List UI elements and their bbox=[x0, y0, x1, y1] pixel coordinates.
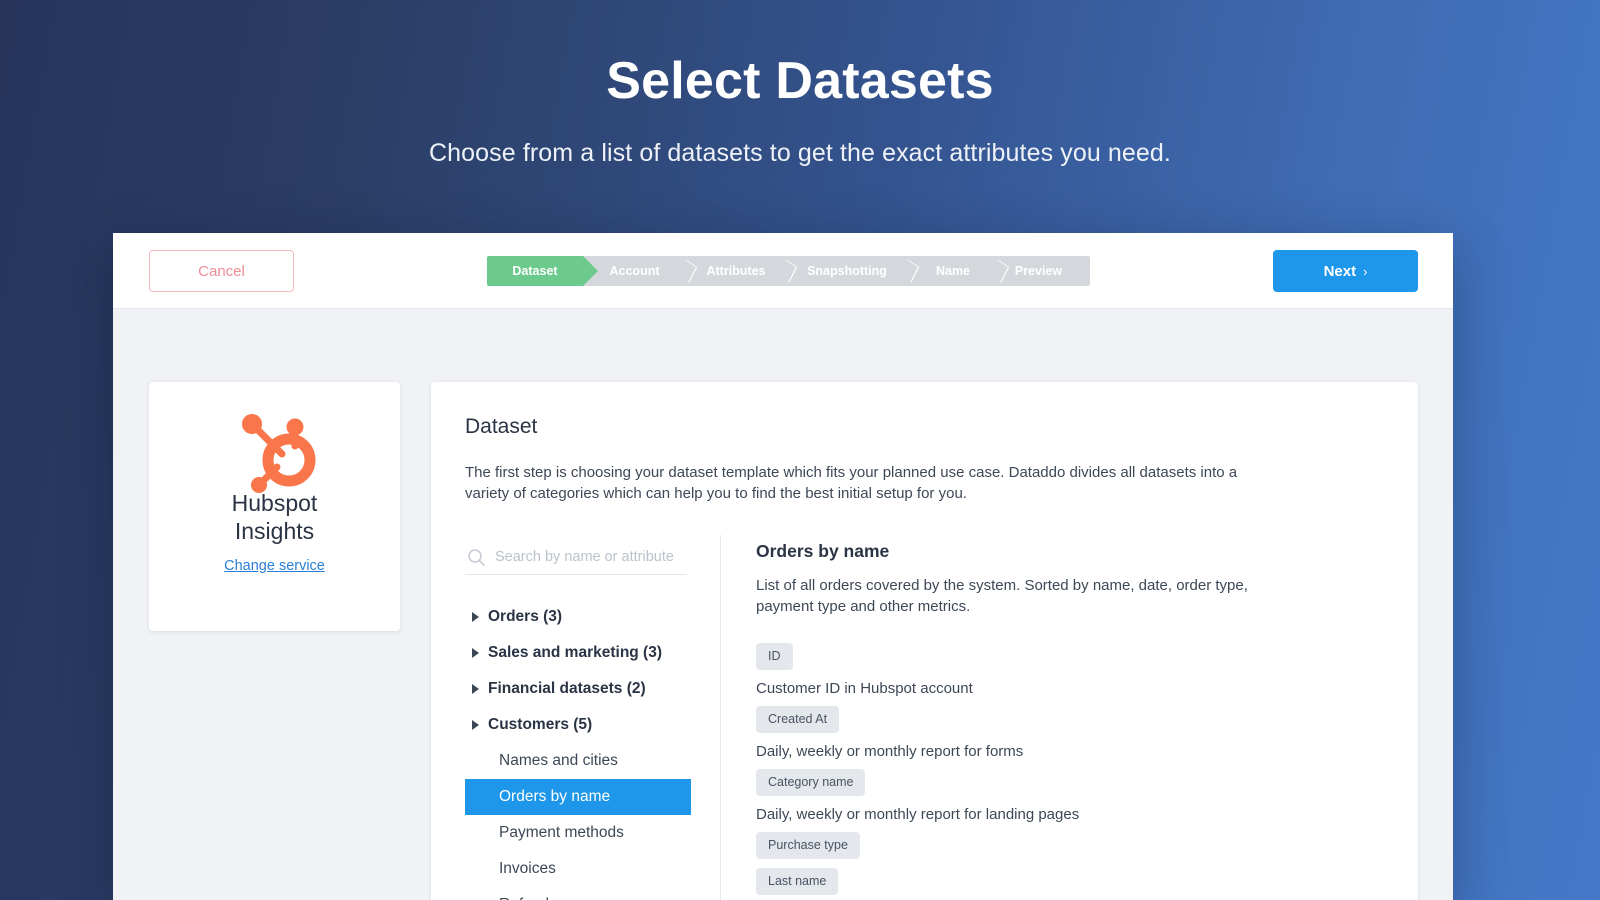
section-title: Dataset bbox=[465, 415, 1384, 439]
caret-right-icon bbox=[472, 720, 479, 730]
search-icon bbox=[467, 548, 486, 567]
search-row bbox=[465, 541, 687, 575]
caret-right-icon bbox=[472, 684, 479, 694]
section-description: The first step is choosing your dataset … bbox=[465, 462, 1285, 505]
tree-item-names-and-cities[interactable]: Names and cities bbox=[465, 743, 720, 779]
wizard-toolbar: Cancel Dataset Account Attributes Snapsh… bbox=[113, 233, 1453, 309]
hubspot-sprocket-icon bbox=[225, 382, 325, 482]
tree-item-orders-by-name[interactable]: Orders by name bbox=[465, 779, 691, 815]
wizard-stepper: Dataset Account Attributes Snapshotting … bbox=[487, 256, 1090, 286]
tree-group-orders[interactable]: Orders (3) bbox=[465, 599, 720, 635]
step-name[interactable]: Name bbox=[908, 256, 998, 286]
dataset-tree: Orders (3) Sales and marketing (3) Finan… bbox=[465, 599, 720, 900]
page-subtitle: Choose from a list of datasets to get th… bbox=[0, 139, 1600, 168]
step-label: Snapshotting bbox=[807, 264, 887, 278]
dataset-content-card: Dataset The first step is choosing your … bbox=[431, 382, 1418, 900]
attribute-description: Daily, weekly or monthly report for land… bbox=[756, 806, 1384, 823]
tree-group-financial-datasets[interactable]: Financial datasets (2) bbox=[465, 671, 720, 707]
change-service-link[interactable]: Change service bbox=[224, 558, 325, 574]
tree-group-sales-and-marketing[interactable]: Sales and marketing (3) bbox=[465, 635, 720, 671]
step-preview[interactable]: Preview bbox=[998, 256, 1090, 286]
step-attributes[interactable]: Attributes bbox=[686, 256, 786, 286]
chevron-right-icon: › bbox=[1363, 264, 1367, 279]
tree-item-refunds[interactable]: Refunds bbox=[465, 887, 720, 900]
dataset-split-view: Orders (3) Sales and marketing (3) Finan… bbox=[465, 541, 1384, 900]
dataset-detail-description: List of all orders covered by the system… bbox=[756, 575, 1296, 618]
step-label: Name bbox=[936, 264, 970, 278]
service-name-line2: Insights bbox=[149, 518, 400, 546]
caret-right-icon bbox=[472, 612, 479, 622]
step-label: Account bbox=[610, 264, 660, 278]
dataset-detail-title: Orders by name bbox=[756, 541, 1384, 562]
tree-group-customers[interactable]: Customers (5) bbox=[465, 707, 720, 743]
tree-group-label: Sales and marketing (3) bbox=[488, 644, 662, 662]
step-label: Dataset bbox=[512, 264, 557, 278]
step-snapshotting[interactable]: Snapshotting bbox=[786, 256, 908, 286]
page-title: Select Datasets bbox=[0, 54, 1600, 109]
next-button[interactable]: Next › bbox=[1273, 250, 1418, 292]
service-name-line1: Hubspot bbox=[149, 490, 400, 518]
caret-right-icon bbox=[472, 648, 479, 658]
service-card: Hubspot Insights Change service bbox=[149, 382, 400, 631]
step-dataset[interactable]: Dataset bbox=[487, 256, 583, 286]
attribute-list: ID Customer ID in Hubspot account Create… bbox=[756, 643, 1384, 900]
tree-item-invoices[interactable]: Invoices bbox=[465, 851, 720, 887]
hero-section: Select Datasets Choose from a list of da… bbox=[0, 0, 1600, 168]
attribute-badge: Created At bbox=[756, 706, 839, 733]
attribute-badge: Last name bbox=[756, 868, 838, 895]
dataset-detail-column: Orders by name List of all orders covere… bbox=[720, 541, 1384, 900]
next-button-label: Next bbox=[1324, 263, 1357, 280]
tree-group-label: Customers (5) bbox=[488, 716, 592, 734]
tree-group-label: Financial datasets (2) bbox=[488, 680, 646, 698]
attribute-badge: Purchase type bbox=[756, 832, 860, 859]
attribute-item: ID Customer ID in Hubspot account bbox=[756, 643, 1384, 697]
attribute-item: Purchase type bbox=[756, 832, 1384, 859]
step-label: Attributes bbox=[706, 264, 765, 278]
attribute-description: Daily, weekly or monthly report for form… bbox=[756, 743, 1384, 760]
attribute-item: Created At Daily, weekly or monthly repo… bbox=[756, 706, 1384, 760]
wizard-window: Cancel Dataset Account Attributes Snapsh… bbox=[113, 233, 1453, 900]
page-root: Select Datasets Choose from a list of da… bbox=[0, 0, 1600, 900]
attribute-description: Customer ID in Hubspot account bbox=[756, 680, 1384, 697]
service-name: Hubspot Insights bbox=[149, 490, 400, 545]
tree-group-label: Orders (3) bbox=[488, 608, 562, 626]
tree-item-payment-methods[interactable]: Payment methods bbox=[465, 815, 720, 851]
cancel-button[interactable]: Cancel bbox=[149, 250, 294, 292]
attribute-item: Last name Name of customer bbox=[756, 868, 1384, 900]
search-input[interactable] bbox=[495, 549, 681, 565]
step-label: Preview bbox=[1015, 264, 1062, 278]
attribute-badge: ID bbox=[756, 643, 793, 670]
attribute-badge: Category name bbox=[756, 769, 865, 796]
dataset-tree-column: Orders (3) Sales and marketing (3) Finan… bbox=[465, 541, 720, 900]
wizard-body: Hubspot Insights Change service Dataset … bbox=[113, 309, 1453, 900]
step-account[interactable]: Account bbox=[583, 256, 686, 286]
attribute-item: Category name Daily, weekly or monthly r… bbox=[756, 769, 1384, 823]
